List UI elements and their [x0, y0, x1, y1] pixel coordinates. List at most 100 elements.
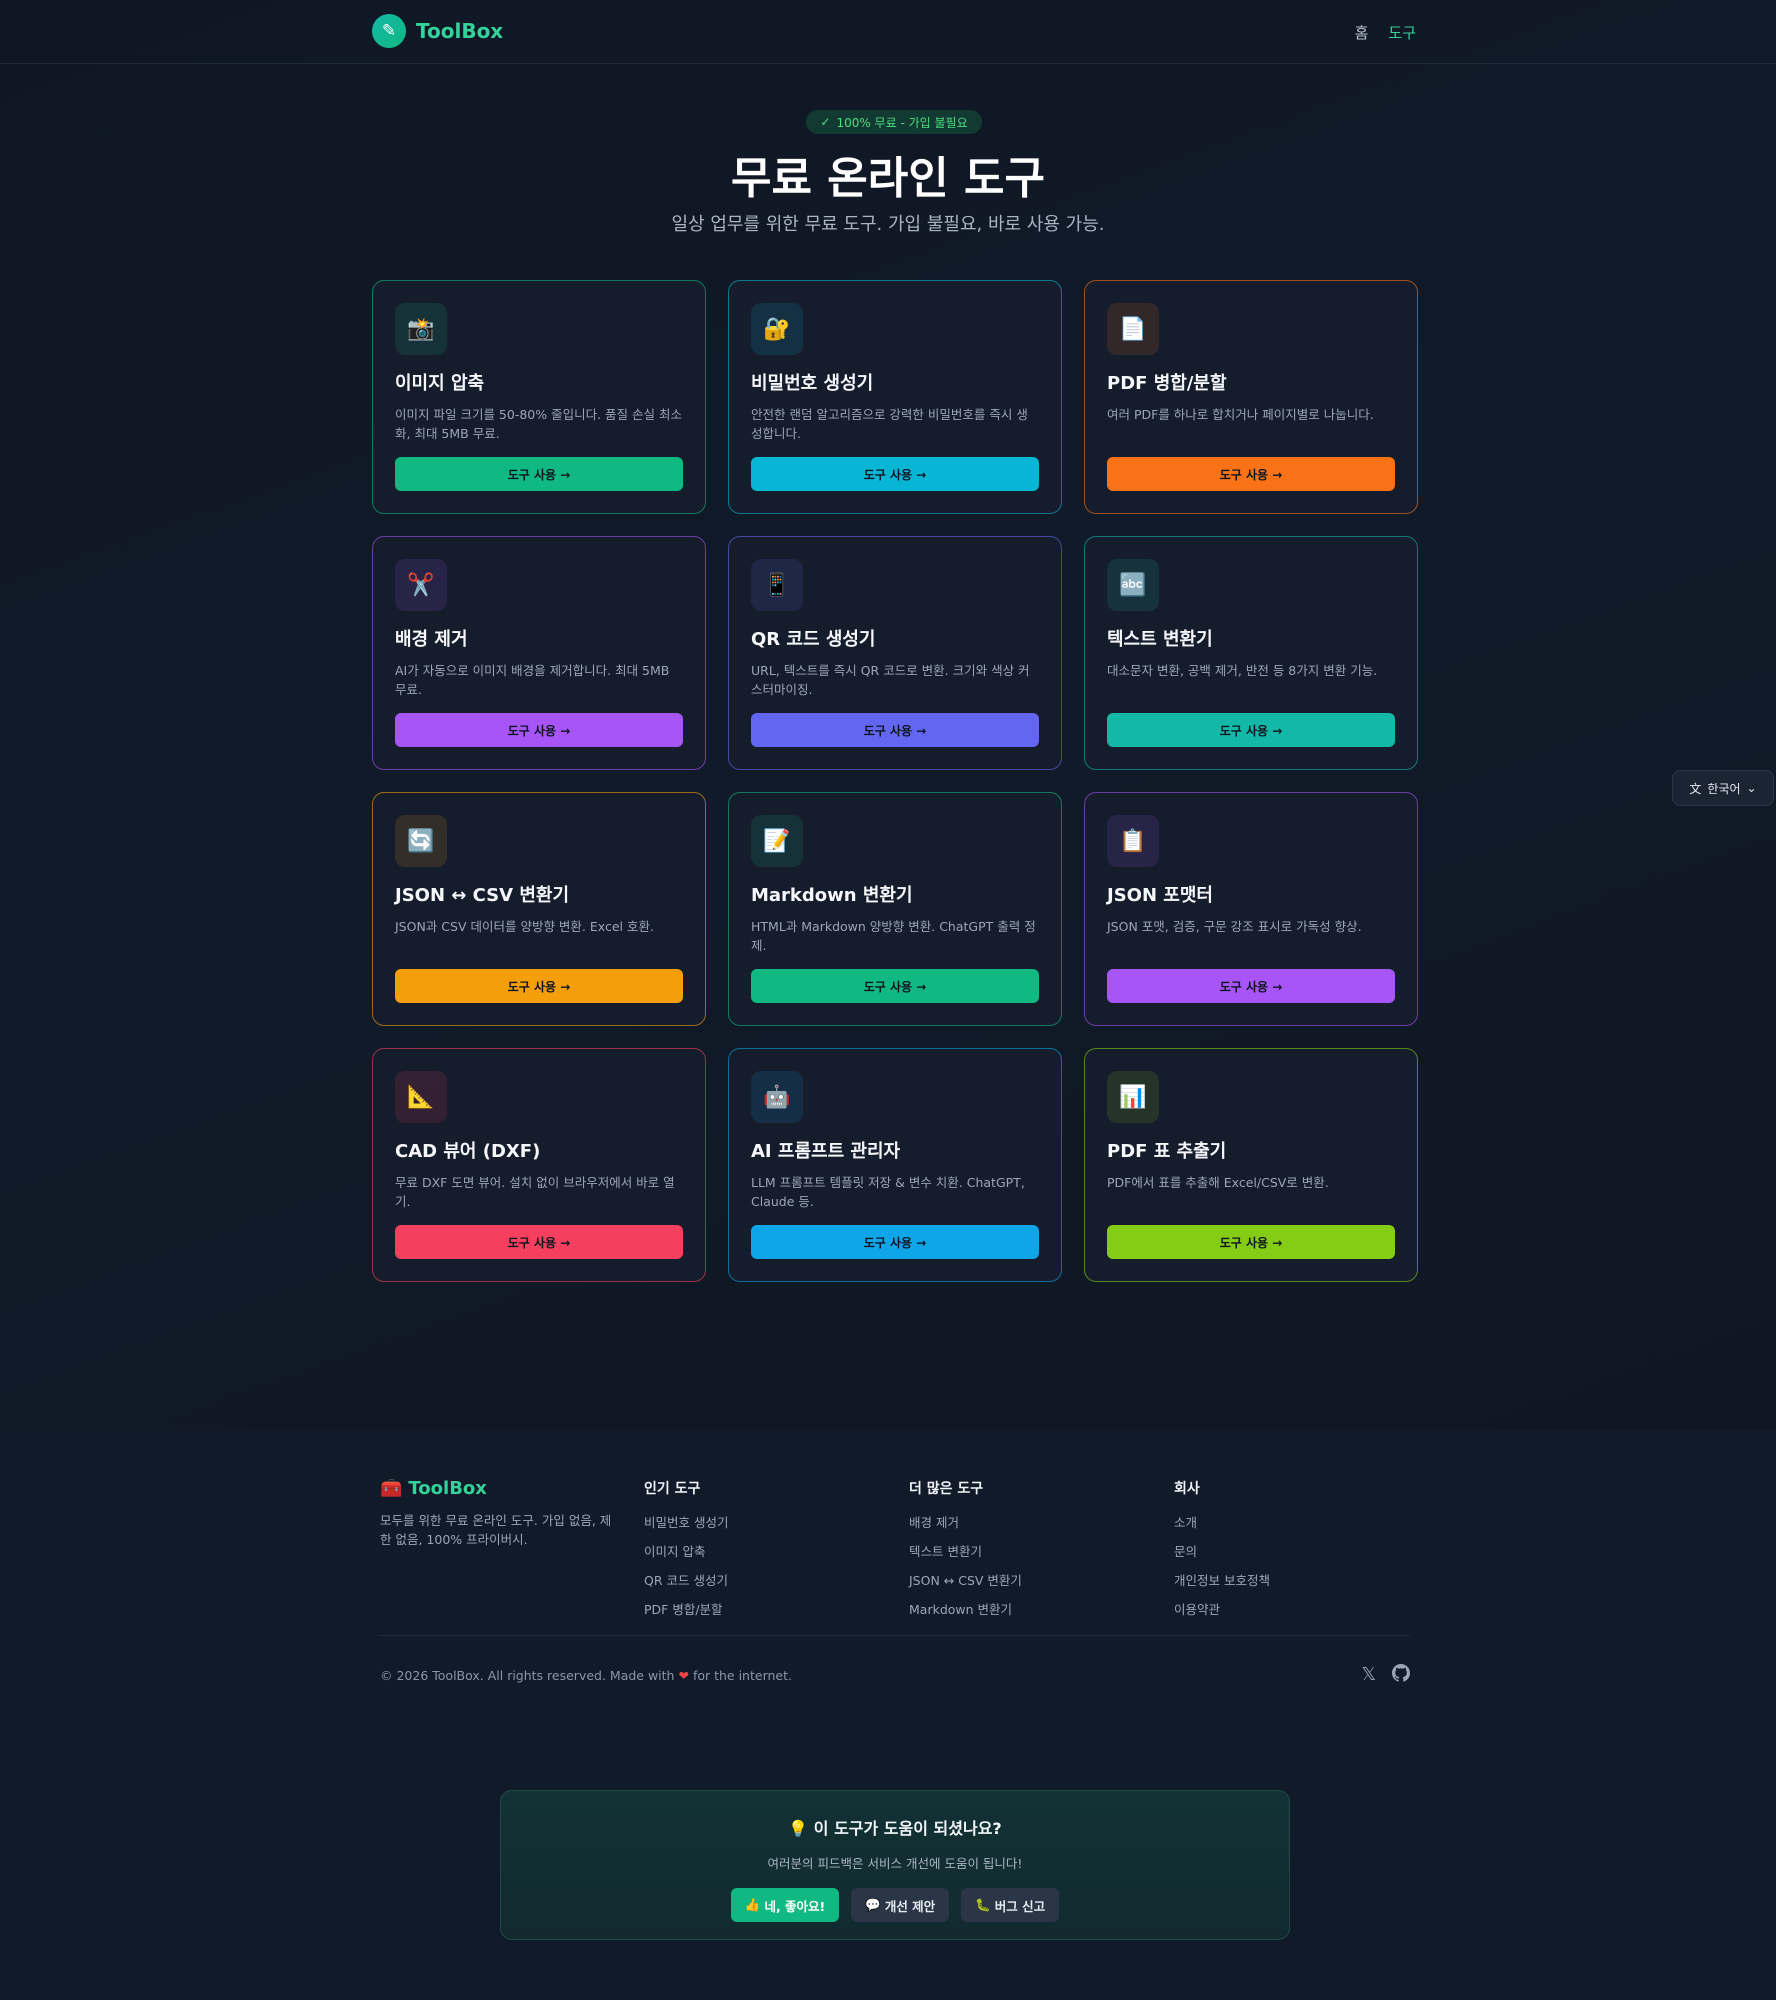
thumbs-up-icon: 👍: [744, 1897, 761, 1912]
tool-card[interactable]: 📋 JSON 포맷터 JSON 포맷, 검증, 구문 강조 표시로 가독성 향상. 도…: [1084, 792, 1418, 1026]
feedback-yes-button[interactable]: 👍 네, 좋아요!: [730, 1888, 840, 1922]
tool-description: LLM 프롬프트 템플릿 저장 & 변수 치환. ChatGPT, Claude…: [751, 1175, 1025, 1209]
tool-icon: 📋: [1107, 815, 1159, 867]
tool-icon: 📊: [1107, 1071, 1159, 1123]
footer-brand-name[interactable]: ToolBox: [408, 1478, 487, 1499]
tool-icon: 🔤: [1107, 559, 1159, 611]
use-tool-button[interactable]: 도구 사용 →: [751, 969, 1039, 1003]
tool-title: 텍스트 변환기: [1107, 629, 1213, 650]
tool-card[interactable]: 📄 PDF 병합/분할 여러 PDF를 하나로 합치거나 페이지별로 나눕니다. 도구…: [1084, 280, 1418, 514]
footer-link[interactable]: 이미지 압축: [644, 1541, 728, 1560]
feedback-box: 💡 이 도구가 도움이 되셨나요? 여러분의 피드백은 서비스 개선에 도움이 …: [500, 1790, 1290, 1940]
tool-icon: 🔄: [395, 815, 447, 867]
footer-link[interactable]: PDF 병합/분할: [644, 1599, 728, 1618]
feedback-yes-label: 네, 좋아요!: [764, 1898, 826, 1914]
logo[interactable]: ✎ ToolBox: [372, 14, 503, 48]
use-tool-button[interactable]: 도구 사용 →: [1107, 1225, 1395, 1259]
check-icon: ✓: [820, 115, 831, 129]
language-selector[interactable]: 文 한국어 ⌄: [1672, 770, 1774, 806]
social-links: 𝕏: [1361, 1664, 1411, 1687]
tool-card[interactable]: 📸 이미지 압축이미지 파일 크기를 50-80% 줄입니다. 품질 손실 최소화…: [372, 280, 706, 514]
footer-col-popular: 인기 도구 비밀번호 생성기 이미지 압축 QR 코드 생성기 PDF 병합/분…: [644, 1478, 728, 1628]
chevron-down-icon: ⌄: [1746, 781, 1757, 795]
footer-divider: [380, 1635, 1410, 1636]
x-icon[interactable]: 𝕏: [1361, 1664, 1376, 1687]
main-nav: 홈 도구: [1355, 22, 1416, 43]
tool-title: 비밀번호 생성기: [751, 373, 874, 394]
footer-link[interactable]: 개인정보 보호정책: [1174, 1570, 1270, 1589]
tool-card[interactable]: 📝 Markdown 변환기 HTML과 Markdown 양방향 변환. Chat…: [728, 792, 1062, 1026]
tool-icon: 📸: [395, 303, 447, 355]
footer-col-more: 더 많은 도구 배경 제거 텍스트 변환기 JSON ↔ CSV 변환기 Mar…: [909, 1478, 1022, 1628]
use-tool-button[interactable]: 도구 사용 →: [751, 457, 1039, 491]
page-subtitle: 일상 업무를 위한 무료 도구. 가입 불필요, 바로 사용 가능.: [671, 214, 1105, 235]
tool-card[interactable]: 🔄 JSON ↔ CSV 변환기 JSON과 CSV 데이터를 양방향 변환. Ex…: [372, 792, 706, 1026]
nav-home-link[interactable]: 홈: [1355, 22, 1369, 43]
bug-icon: 🐛: [975, 1897, 991, 1912]
use-tool-button[interactable]: 도구 사용 →: [751, 1225, 1039, 1259]
footer-brand-desc: 모두를 위한 무료 온라인 도구. 가입 없음, 제한 없음, 100% 프라이…: [380, 1513, 612, 1547]
nav-tools-link[interactable]: 도구: [1388, 22, 1416, 43]
tool-card[interactable]: 🔤 텍스트 변환기대소문자 변환, 공백 제거, 반전 등 8가지 변환 기능. 도…: [1084, 536, 1418, 770]
footer-link[interactable]: 배경 제거: [909, 1512, 1022, 1531]
use-tool-button[interactable]: 도구 사용 →: [395, 1225, 683, 1259]
heart-icon: ❤: [678, 1668, 689, 1683]
use-tool-button[interactable]: 도구 사용 →: [1107, 713, 1395, 747]
footer-link[interactable]: 문의: [1174, 1541, 1270, 1560]
footer-col-title: 회사: [1174, 1481, 1200, 1497]
footer-col-title: 더 많은 도구: [909, 1481, 984, 1497]
tool-title: PDF 표 추출기: [1107, 1141, 1227, 1162]
badge-text: 100% 무료 - 가입 불필요: [836, 115, 968, 130]
feedback-bug-button[interactable]: 🐛 버그 신고: [961, 1888, 1060, 1922]
use-tool-button[interactable]: 도구 사용 →: [1107, 969, 1395, 1003]
tool-description: 이미지 파일 크기를 50-80% 줄입니다. 품질 손실 최소화, 최대 5M…: [395, 407, 682, 441]
tool-title: CAD 뷰어 (DXF): [395, 1141, 541, 1162]
tool-description: 안전한 랜덤 알고리즘으로 강력한 비밀번호를 즉시 생성합니다.: [751, 407, 1028, 441]
tool-icon: 🔐: [751, 303, 803, 355]
tool-title: QR 코드 생성기: [751, 629, 876, 650]
footer-col-title: 인기 도구: [644, 1481, 701, 1497]
tool-card[interactable]: 📐 CAD 뷰어 (DXF) 무료 DXF 도면 뷰어. 설치 없이 브라우저에서 …: [372, 1048, 706, 1282]
footer-link[interactable]: QR 코드 생성기: [644, 1570, 728, 1589]
use-tool-button[interactable]: 도구 사용 →: [1107, 457, 1395, 491]
tool-title: 이미지 압축: [395, 373, 485, 394]
tool-description: URL, 텍스트를 즉시 QR 코드로 변환. 크기와 색상 커스터마이징.: [751, 663, 1030, 697]
tool-card[interactable]: 📱 QR 코드 생성기 URL, 텍스트를 즉시 QR 코드로 변환. 크기와 색상…: [728, 536, 1062, 770]
tool-icon: 📱: [751, 559, 803, 611]
tool-icon: 📝: [751, 815, 803, 867]
tool-grid: 📸 이미지 압축이미지 파일 크기를 50-80% 줄입니다. 품질 손실 최소화…: [372, 280, 1418, 1282]
use-tool-button[interactable]: 도구 사용 →: [751, 713, 1039, 747]
footer-link[interactable]: 이용약관: [1174, 1599, 1270, 1618]
tool-description: 대소문자 변환, 공백 제거, 반전 등 8가지 변환 기능.: [1107, 663, 1378, 678]
footer-link[interactable]: 텍스트 변환기: [909, 1541, 1022, 1560]
copyright-post: for the internet.: [692, 1668, 792, 1683]
free-badge: ✓ 100% 무료 - 가입 불필요: [806, 110, 982, 134]
tool-icon: 🤖: [751, 1071, 803, 1123]
lightbulb-icon: 💡: [788, 1819, 809, 1838]
translate-icon: 文: [1689, 781, 1702, 796]
use-tool-button[interactable]: 도구 사용 →: [395, 713, 683, 747]
tool-icon: 📐: [395, 1071, 447, 1123]
footer-link[interactable]: JSON ↔ CSV 변환기: [909, 1570, 1022, 1589]
footer-link[interactable]: 비밀번호 생성기: [644, 1512, 728, 1531]
use-tool-button[interactable]: 도구 사용 →: [395, 457, 683, 491]
footer-link[interactable]: 소개: [1174, 1512, 1270, 1531]
footer-brand: 🧰 ToolBox 모두를 위한 무료 온라인 도구. 가입 없음, 제한 없음…: [380, 1478, 620, 1549]
tool-card[interactable]: 🤖 AI 프롬프트 관리자 LLM 프롬프트 템플릿 저장 & 변수 치환. Cha…: [728, 1048, 1062, 1282]
tool-card[interactable]: ✂️ 배경 제거 AI가 자동으로 이미지 배경을 제거합니다. 최대 5MB 무료…: [372, 536, 706, 770]
logo-text: ToolBox: [416, 19, 504, 43]
language-label: 한국어: [1707, 781, 1741, 796]
feedback-suggest-button[interactable]: 💬 개선 제안: [851, 1888, 950, 1922]
feedback-buttons: 👍 네, 좋아요! 💬 개선 제안 🐛 버그 신고: [501, 1888, 1289, 1922]
github-icon[interactable]: [1392, 1664, 1411, 1687]
tool-description: JSON과 CSV 데이터를 양방향 변환. Excel 호환.: [395, 919, 654, 934]
wand-icon: ✎: [372, 14, 406, 48]
tool-card[interactable]: 📊 PDF 표 추출기 PDF에서 표를 추출해 Excel/CSV로 변환. 도구 …: [1084, 1048, 1418, 1282]
feedback-title-text: 이 도구가 도움이 되셨나요?: [813, 1819, 1002, 1838]
footer-link[interactable]: Markdown 변환기: [909, 1599, 1022, 1618]
tool-card[interactable]: 🔐 비밀번호 생성기안전한 랜덤 알고리즘으로 강력한 비밀번호를 즉시 생성합니…: [728, 280, 1062, 514]
copyright: © 2026 ToolBox. All rights reserved. Mad…: [380, 1668, 792, 1683]
tool-title: JSON ↔ CSV 변환기: [395, 885, 570, 906]
use-tool-button[interactable]: 도구 사용 →: [395, 969, 683, 1003]
footer-col-company: 회사 소개 문의 개인정보 보호정책 이용약관: [1174, 1478, 1270, 1628]
